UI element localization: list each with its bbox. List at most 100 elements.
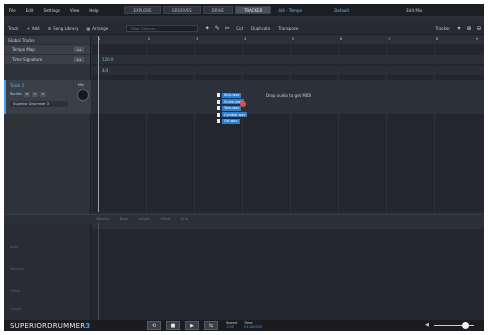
- file-icon: [217, 99, 220, 104]
- menu-help[interactable]: Help: [84, 8, 103, 13]
- zoom-in-icon[interactable]: ⊕: [464, 25, 474, 33]
- duplicate-button[interactable]: Duplicate: [247, 26, 274, 31]
- scissors-icon[interactable]: ✂: [222, 25, 232, 33]
- cut-button[interactable]: Cut: [232, 26, 247, 31]
- menu-view[interactable]: View: [65, 8, 85, 13]
- dragged-file: Kick.wav: [217, 92, 247, 98]
- plus-icon: +: [26, 26, 30, 31]
- editor-ruler[interactable]: [92, 223, 484, 229]
- track-button[interactable]: Track: [4, 26, 22, 31]
- editor-side-panel: Note Velocity Offset Length: [4, 223, 91, 321]
- speed-display[interactable]: Speed 1.00: [226, 321, 237, 329]
- editor-tab[interactable]: Grid: [176, 217, 193, 221]
- routes-label: Routes: [10, 92, 22, 96]
- follow-button[interactable]: ⇆: [204, 321, 218, 330]
- zoom-out-icon[interactable]: ⊖: [474, 25, 484, 33]
- tempo-value: 120.0: [102, 57, 114, 62]
- tab-tracker[interactable]: TRACKER: [234, 6, 272, 14]
- app-window: File Edit Settings View Help EXPLORE GRO…: [4, 4, 484, 331]
- arrange-button[interactable]: ▦ Arrange: [83, 26, 113, 31]
- chevron-down-icon[interactable]: ▾: [454, 25, 464, 33]
- track-name[interactable]: Track 1: [10, 83, 24, 88]
- ruler-bar-3: 3: [196, 37, 199, 41]
- time-display[interactable]: Time 01:00:000: [244, 321, 262, 329]
- superior-drummer-logo: SUPERIORDRUMMER3: [10, 322, 90, 330]
- menu-settings[interactable]: Settings: [38, 8, 64, 13]
- ruler-bar-6: 6: [340, 37, 343, 41]
- file-label: Kick.wav: [222, 92, 242, 98]
- instrument-select[interactable]: Superior Drummer 3: [10, 101, 68, 107]
- drop-hint-text: Drop audio to get MIDI: [266, 93, 312, 98]
- tab-explore[interactable]: EXPLORE: [124, 6, 161, 14]
- editor-tab[interactable]: Velocity: [91, 217, 115, 221]
- editor-label: Length: [10, 307, 23, 311]
- time-signature-chip[interactable]: 4/4: [74, 57, 84, 62]
- editor-tab[interactable]: Length: [133, 217, 155, 221]
- track-mix-label: Mix: [78, 83, 85, 87]
- pencil-icon[interactable]: ✎: [212, 25, 222, 33]
- signature-lane[interactable]: 4/4: [92, 65, 484, 75]
- arrange-icon: ▦: [86, 26, 91, 31]
- menu-bar: File Edit Settings View Help EXPLORE GRO…: [4, 4, 484, 16]
- time-signature-label: Time Signature: [12, 57, 43, 62]
- project-field[interactable]: 4/4 - Tempo: [272, 6, 328, 14]
- file-icon: [217, 112, 220, 117]
- file-label: Tom.wav: [222, 105, 242, 111]
- play-button[interactable]: ▶: [185, 321, 199, 330]
- song-library-button[interactable]: ☰ Song Library: [44, 26, 83, 31]
- signature-value: 4/4: [102, 68, 109, 73]
- tab-drive[interactable]: DRIVE: [202, 6, 233, 14]
- tempo-lane[interactable]: 120.0: [92, 54, 484, 64]
- tempo-map-label: Tempo Map: [12, 47, 35, 52]
- file-icon: [217, 93, 220, 97]
- ruler-bar-5: 5: [292, 37, 295, 41]
- solo-button[interactable]: S: [31, 91, 38, 97]
- drag-cursor-icon: [240, 101, 246, 107]
- menu-edit[interactable]: Edit: [21, 8, 39, 13]
- file-label: OH.wav: [222, 118, 240, 124]
- file-label: Cymbal.wav: [222, 112, 248, 118]
- search-input[interactable]: Filter Grooves: [126, 25, 199, 32]
- editor-playhead: [98, 223, 99, 321]
- volume-knob[interactable]: [77, 89, 89, 101]
- dragged-files: Kick.wav Snare.wav Tom.wav Cymbal.wav OH…: [217, 92, 248, 125]
- mute-button[interactable]: M: [23, 91, 30, 97]
- logo-version: 3: [85, 322, 91, 330]
- ruler-bar-8: 8: [436, 37, 439, 41]
- menu-file[interactable]: File: [4, 8, 21, 13]
- time-value: 01:00:000: [244, 325, 262, 329]
- transpose-button[interactable]: Transpose: [274, 26, 302, 31]
- editor-label: Offset: [10, 289, 21, 293]
- song-library-label: Song Library: [53, 26, 79, 31]
- dragged-file: Cymbal.wav: [217, 112, 248, 118]
- tempo-map-chip[interactable]: 4/4: [74, 47, 84, 52]
- editor-grid[interactable]: [92, 223, 484, 321]
- pointer-icon[interactable]: ✦: [202, 25, 212, 33]
- ruler-bar-7: 7: [388, 37, 391, 41]
- track-1-header[interactable]: Track 1 Mix Routes M S R Superior Drumme…: [4, 80, 91, 114]
- tracker-dropdown[interactable]: Tracker: [432, 26, 454, 31]
- editor-tab[interactable]: Note: [115, 217, 133, 221]
- transport-bar: SUPERIORDRUMMER3 ⟲ ■ ▶ ⇆ Speed 1.00 Time…: [4, 320, 484, 331]
- playhead[interactable]: [98, 36, 99, 212]
- library-icon: ☰: [47, 26, 52, 31]
- time-signature-row[interactable]: Time Signature 4/4: [4, 54, 90, 64]
- volume-slider-handle[interactable]: [462, 322, 469, 329]
- editor-label: Note: [10, 245, 19, 249]
- editor-tab[interactable]: Offset: [155, 217, 176, 221]
- tempo-map-row[interactable]: Tempo Map 4/4: [4, 44, 90, 54]
- file-icon: [217, 106, 220, 111]
- add-label: Add: [31, 26, 40, 31]
- timeline-area[interactable]: 1 2 3 4 5 6 7 8 9 120.0 4/4: [92, 36, 484, 212]
- preset-field[interactable]: Default: [328, 6, 400, 14]
- record-button[interactable]: R: [39, 91, 46, 97]
- timeline-ruler[interactable]: 1 2 3 4 5 6 7 8 9: [92, 36, 484, 44]
- ruler-bar-2: 2: [148, 37, 151, 41]
- loop-button[interactable]: ⟲: [147, 321, 161, 330]
- edit-mix-field[interactable]: Edit Mix: [400, 6, 460, 14]
- tab-grooves[interactable]: GROOVES: [162, 6, 201, 14]
- stop-button[interactable]: ■: [166, 321, 180, 330]
- event-editor: Velocity Note Length Offset Grid Note Ve…: [4, 214, 484, 321]
- add-button[interactable]: + Add: [22, 26, 43, 31]
- editor-header: Velocity Note Length Offset Grid: [4, 215, 484, 223]
